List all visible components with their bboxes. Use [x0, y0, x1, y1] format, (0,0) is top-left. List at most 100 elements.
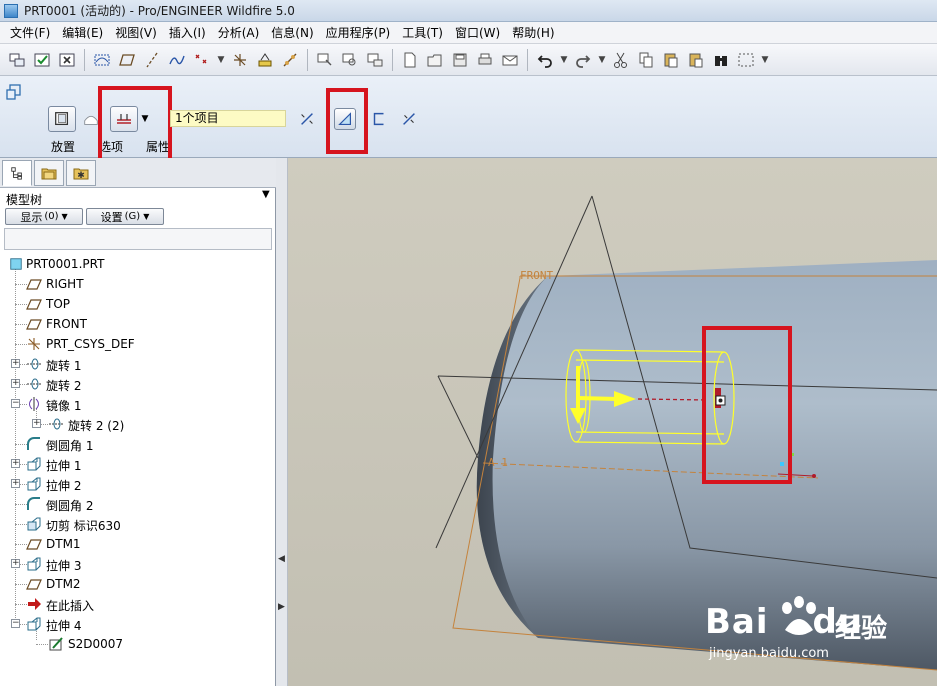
watermark-brand-head: Bai [705, 602, 769, 642]
find-binoculars-icon[interactable] [710, 49, 732, 71]
tree-row[interactable]: PRT_CSYS_DEF [0, 334, 276, 354]
toolbar-separator [527, 48, 528, 71]
print-icon[interactable] [474, 49, 496, 71]
extrude-icon [26, 456, 42, 472]
tree-row[interactable]: 切剪 标识630 [0, 514, 276, 534]
menu-applications[interactable]: 应用程序(P) [320, 22, 397, 43]
datum-display-icon[interactable] [91, 49, 113, 71]
datum-csys-icon[interactable] [229, 49, 251, 71]
tree-row[interactable]: DTM1 [0, 534, 276, 554]
datum-axis-icon[interactable] [141, 49, 163, 71]
menu-help[interactable]: 帮助(H) [506, 22, 560, 43]
save-icon[interactable] [449, 49, 471, 71]
expand-toggle-icon[interactable]: + [11, 459, 20, 468]
new-file-icon[interactable] [399, 49, 421, 71]
expand-toggle-icon[interactable]: − [11, 399, 20, 408]
undo-icon[interactable] [534, 49, 556, 71]
folder-browser-tab[interactable] [34, 160, 64, 186]
flip-direction-icon[interactable] [296, 108, 318, 130]
menu-tools[interactable]: 工具(T) [396, 22, 449, 43]
model-tree-filter-bar[interactable] [4, 228, 272, 250]
pattern-icon[interactable] [279, 49, 301, 71]
expand-toggle-icon[interactable]: + [11, 359, 20, 368]
expand-toggle-icon[interactable]: + [11, 559, 20, 568]
redo-dropdown-icon[interactable]: ▼ [597, 49, 607, 71]
collapse-left-icon[interactable]: ◀ [278, 554, 285, 564]
tree-row[interactable]: − 拉伸 4 [0, 614, 276, 634]
select-filter-icon[interactable] [314, 49, 336, 71]
extrude-icon [26, 556, 42, 572]
model-tree-menu-icon[interactable]: ▼ [262, 189, 270, 200]
datum-curve-icon[interactable] [166, 49, 188, 71]
csys-icon [26, 336, 42, 352]
datum-plane-icon [26, 536, 42, 552]
regenerate-icon[interactable] [364, 49, 386, 71]
favorites-tab[interactable]: ✱ [66, 160, 96, 186]
expand-toggle-icon[interactable]: + [11, 479, 20, 488]
tree-row[interactable]: 在此插入 [0, 594, 276, 614]
tree-row[interactable]: PRT0001.PRT [0, 254, 276, 274]
expand-toggle-icon[interactable]: + [32, 419, 41, 428]
tree-row[interactable]: TOP [0, 294, 276, 314]
expand-toggle-icon[interactable]: + [11, 379, 20, 388]
menu-edit[interactable]: 编辑(E) [56, 22, 109, 43]
tree-row[interactable]: 倒圆角 2 [0, 494, 276, 514]
flip-thickness-icon[interactable] [398, 108, 420, 130]
insert-here-arrow-icon [26, 596, 42, 612]
cut-icon[interactable] [610, 49, 632, 71]
menu-info[interactable]: 信息(N) [265, 22, 319, 43]
placement-tab-button[interactable] [48, 106, 76, 132]
selection-box-icon[interactable] [735, 49, 757, 71]
dropdown-arrow-icon[interactable]: ▼ [216, 49, 226, 71]
tree-row[interactable]: + 旋转 2 [0, 374, 276, 394]
menu-view[interactable]: 视图(V) [109, 22, 163, 43]
tree-row[interactable]: + 拉伸 3 [0, 554, 276, 574]
paste-icon[interactable] [660, 49, 682, 71]
menu-analysis[interactable]: 分析(A) [212, 22, 266, 43]
model-tree-icon [11, 167, 22, 180]
settings-button[interactable]: 设置 (G) ▼ [86, 208, 164, 225]
tree-row[interactable]: − 镜像 1 [0, 394, 276, 414]
expand-right-icon[interactable]: ▶ [278, 602, 285, 612]
windows-icon[interactable] [6, 49, 28, 71]
tree-row[interactable]: + 拉伸 1 [0, 454, 276, 474]
tree-row[interactable]: 倒圆角 1 [0, 434, 276, 454]
reference-collector[interactable]: 1个项目 [170, 110, 286, 127]
model-tree-tab[interactable] [2, 160, 32, 186]
tree-row[interactable]: + 旋转 2 (2) [0, 414, 276, 434]
tree-item-label: S2D0007 [68, 637, 124, 651]
expand-toggle-icon[interactable]: − [11, 619, 20, 628]
open-file-icon[interactable] [424, 49, 446, 71]
selection-dropdown-icon[interactable]: ▼ [760, 49, 770, 71]
show-dropdown-icon: ▼ [61, 212, 68, 221]
panel-splitter[interactable]: ◀ ▶ [276, 158, 288, 686]
activate-window-icon[interactable] [31, 49, 53, 71]
extrude-icon [26, 476, 42, 492]
placement-tab-label[interactable]: 放置 [51, 138, 75, 155]
tree-row[interactable]: RIGHT [0, 274, 276, 294]
analysis-icon[interactable] [254, 49, 276, 71]
tree-item-label: TOP [46, 297, 71, 311]
find-icon[interactable] [339, 49, 361, 71]
paste-special-icon[interactable] [685, 49, 707, 71]
show-button[interactable]: 显示 (0) ▼ [5, 208, 83, 225]
graphics-window[interactable]: FRONT A_1 Bai du 经验 jingyan.baidu.com [288, 158, 937, 686]
menu-insert[interactable]: 插入(I) [163, 22, 212, 43]
tree-row[interactable]: + 拉伸 2 [0, 474, 276, 494]
undo-dropdown-icon[interactable]: ▼ [559, 49, 569, 71]
folder-icon [41, 168, 57, 180]
email-icon[interactable] [499, 49, 521, 71]
datum-plane-icon[interactable] [116, 49, 138, 71]
thicken-sketch-icon[interactable] [368, 108, 390, 130]
menu-file[interactable]: 文件(F) [4, 22, 56, 43]
close-window-icon[interactable] [56, 49, 78, 71]
datum-point-icon[interactable] [191, 49, 213, 71]
tree-row[interactable]: DTM2 [0, 574, 276, 594]
menu-window[interactable]: 窗口(W) [449, 22, 506, 43]
tree-row[interactable]: + 旋转 1 [0, 354, 276, 374]
toolbar-separator [84, 48, 85, 71]
redo-icon[interactable] [572, 49, 594, 71]
tree-row[interactable]: S2D0007 [0, 634, 276, 654]
copy-icon[interactable] [635, 49, 657, 71]
tree-row[interactable]: FRONT [0, 314, 276, 334]
